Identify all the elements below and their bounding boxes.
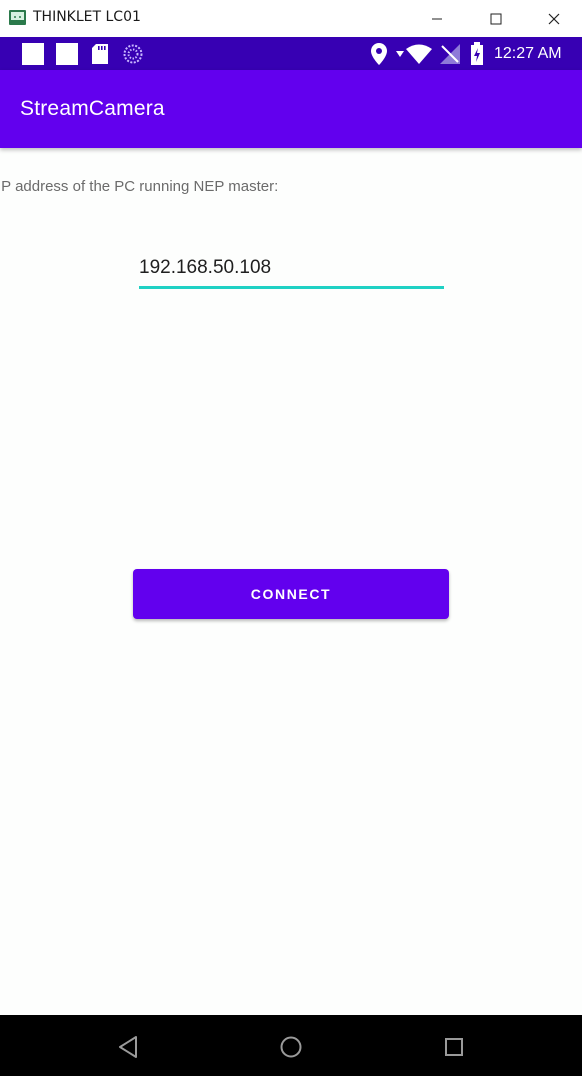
navigation-bar — [0, 1015, 582, 1076]
notification-square-icon — [22, 43, 44, 65]
minimize-icon — [432, 18, 442, 19]
location-icon — [371, 43, 387, 65]
app-title: StreamCamera — [20, 97, 165, 120]
window-title: THINKLET LC01 — [33, 9, 141, 25]
notification-square-icon — [56, 43, 78, 65]
maximize-icon — [490, 13, 502, 24]
sync-icon — [123, 44, 143, 64]
ip-address-label: IP address of the PC running NEP master: — [0, 178, 279, 195]
ip-address-input[interactable] — [139, 250, 444, 289]
android-emulator-icon — [9, 10, 26, 25]
maximize-button[interactable] — [466, 0, 526, 37]
recents-icon[interactable] — [444, 1037, 464, 1057]
data-arrow-icon — [396, 51, 404, 57]
status-bar: 12:27 AM — [0, 37, 582, 70]
minimize-button[interactable] — [407, 0, 467, 37]
back-icon[interactable] — [117, 1035, 139, 1059]
close-icon — [548, 13, 560, 24]
connect-button[interactable]: CONNECT — [133, 569, 449, 619]
close-button[interactable] — [526, 0, 582, 37]
home-icon[interactable] — [279, 1035, 303, 1059]
app-bar: StreamCamera — [0, 70, 582, 148]
no-signal-icon — [440, 44, 460, 64]
sd-card-icon — [92, 44, 108, 64]
status-time: 12:27 AM — [494, 45, 562, 62]
battery-charging-icon — [471, 42, 483, 65]
window-title-bar: THINKLET LC01 — [0, 0, 582, 37]
wifi-icon — [406, 44, 432, 64]
